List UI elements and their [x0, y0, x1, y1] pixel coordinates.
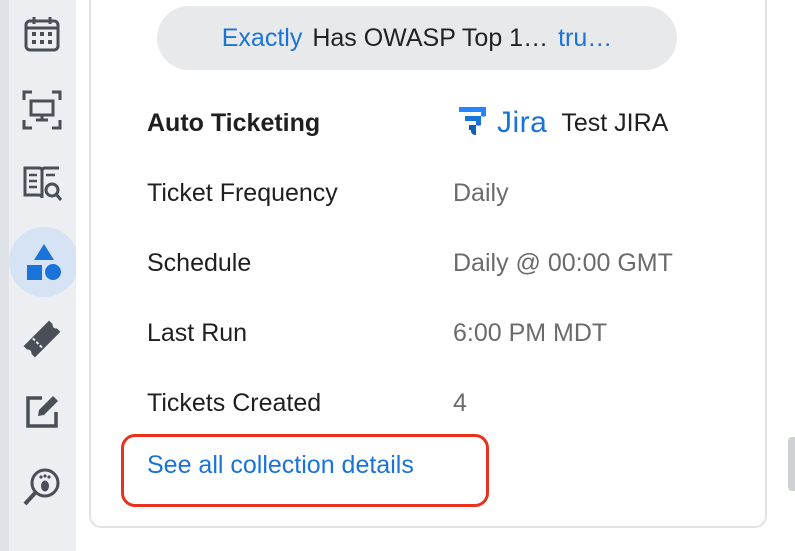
- filter-value: tru…: [558, 23, 613, 52]
- last-run-label: Last Run: [147, 319, 248, 347]
- integration-name: Test JIRA: [561, 108, 669, 137]
- jira-icon: [455, 104, 489, 143]
- tickets-created-value: 4: [453, 389, 467, 417]
- filter-text: Has OWASP Top 1…: [312, 23, 549, 52]
- shapes-icon[interactable]: [9, 227, 79, 297]
- ticket-frequency-value: Daily: [453, 179, 509, 207]
- book-search-icon[interactable]: [11, 152, 73, 214]
- ticket-frequency-label: Ticket Frequency: [147, 179, 338, 207]
- sidebar-nav: [0, 0, 79, 551]
- filter-operator: Exactly: [221, 23, 303, 52]
- sidebar-edge: [0, 0, 9, 551]
- tickets-created-label: Tickets Created: [147, 389, 322, 417]
- see-all-details-link[interactable]: See all collection details: [147, 451, 414, 480]
- schedule-value: Daily @ 00:00 GMT: [453, 249, 673, 277]
- monitor-scan-icon[interactable]: [11, 79, 73, 141]
- edit-icon[interactable]: [11, 381, 73, 443]
- auto-ticketing-label: Auto Ticketing: [147, 109, 321, 137]
- calendar-icon[interactable]: [11, 3, 73, 65]
- filter-chip[interactable]: Exactly Has OWASP Top 1… tru…: [157, 6, 677, 70]
- ticket-icon[interactable]: [11, 308, 73, 370]
- jira-logo-text: Jira: [497, 106, 548, 139]
- scrollbar-handle[interactable]: [788, 437, 795, 491]
- schedule-label: Schedule: [147, 249, 252, 277]
- last-run-value: 6:00 PM MDT: [453, 319, 608, 347]
- auto-ticketing-value: Jira Test JIRA: [455, 103, 668, 143]
- footprint-search-icon[interactable]: [11, 456, 73, 518]
